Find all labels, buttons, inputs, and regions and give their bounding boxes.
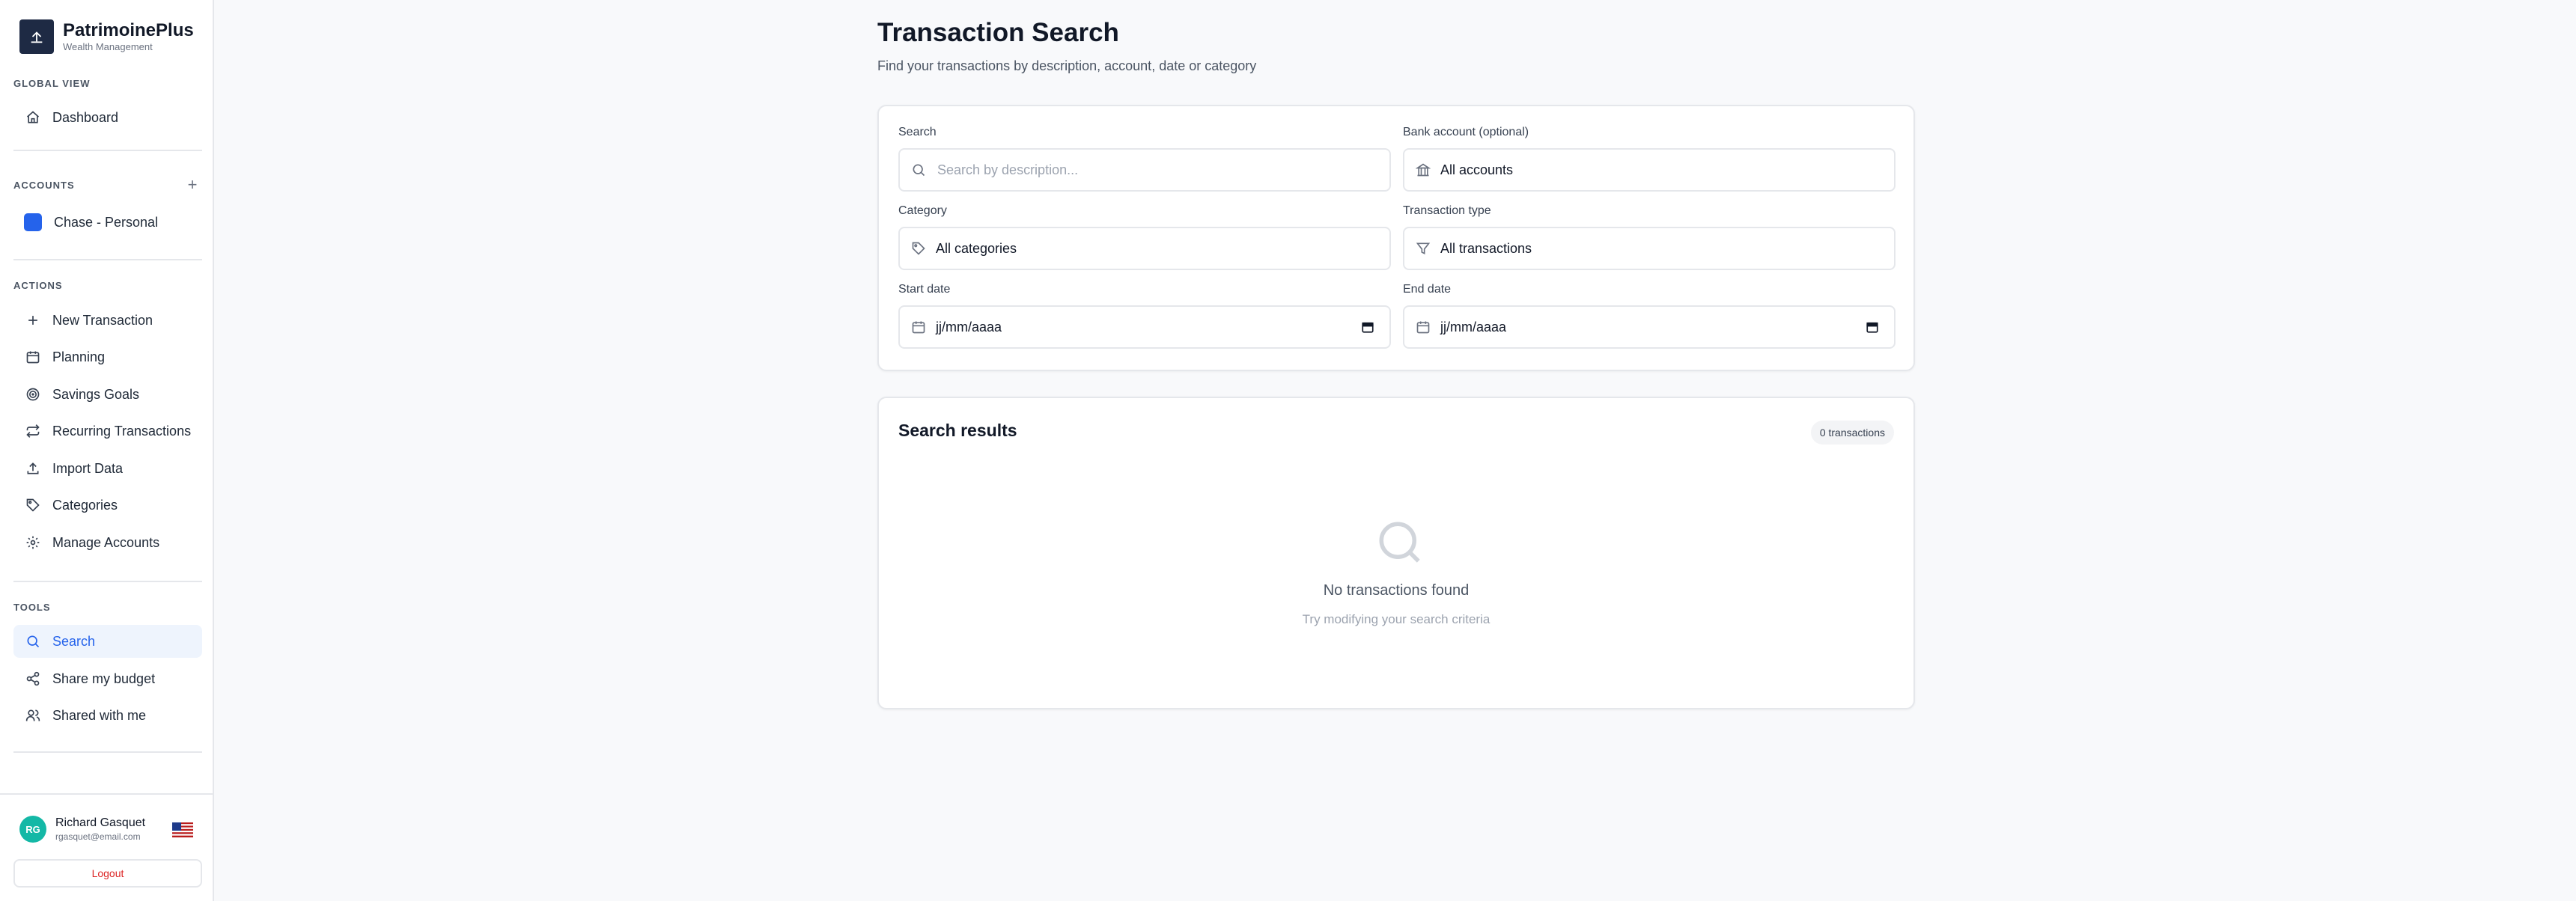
end-date-input[interactable]: jj/mm/aaaa [1440,320,1864,335]
sidebar-item-account[interactable]: Chase - Personal [13,206,202,239]
empty-state-subtitle: Try modifying your search criteria [1302,612,1491,626]
search-icon [24,632,42,650]
sidebar-item-label: Categories [52,497,118,513]
sidebar-item-label: Manage Accounts [52,534,160,550]
section-label-tools: TOOLS [13,602,51,613]
us-flag-icon[interactable] [172,822,193,837]
search-input[interactable] [936,161,1389,179]
results-count-badge: 0 transactions [1810,421,1894,445]
start-date-field[interactable]: jj/mm/aaaa [898,305,1391,349]
filter-icon [1415,240,1431,257]
search-icon [910,162,927,178]
sidebar-item-label: Share my budget [52,671,156,686]
logo-icon [19,19,54,54]
sidebar-item-import-data[interactable]: Import Data [13,452,202,485]
calendar-picker-icon[interactable] [1359,319,1376,335]
sidebar-item-categories[interactable]: Categories [13,489,202,522]
sidebar-item-label: Savings Goals [52,386,140,402]
sidebar-item-label: Search [52,633,96,649]
users-icon [24,706,42,724]
account-color-swatch [24,213,42,231]
calendar-icon [1415,319,1431,335]
divider [13,259,202,260]
filters-card: Search Bank account (optional) All accou… [877,105,1915,371]
account-select-value: All accounts [1440,162,1514,177]
target-icon [24,385,42,403]
user-email: rgasquet@email.com [55,831,141,842]
divider [13,751,202,753]
section-label-accounts: ACCOUNTS [13,180,75,191]
plus-icon [24,311,42,329]
repeat-icon [24,422,42,440]
share-icon [24,670,42,688]
page-title: Transaction Search [877,18,1119,47]
sidebar: PatrimoinePlus Wealth Management GLOBAL … [0,0,214,901]
end-date-field[interactable]: jj/mm/aaaa [1403,305,1896,349]
sidebar-item-manage-accounts[interactable]: Manage Accounts [13,526,202,559]
category-label: Category [898,204,947,217]
sidebar-item-label: Planning [52,349,106,364]
empty-state-title: No transactions found [1323,582,1470,599]
search-icon [1379,522,1420,563]
bank-icon [1415,162,1431,178]
divider [13,150,202,151]
add-account-button[interactable]: + [184,177,201,193]
sidebar-item-planning[interactable]: Planning [13,340,202,373]
divider [0,793,214,795]
brand-subtitle: Wealth Management [63,41,153,52]
user-name: Richard Gasquet [55,816,146,829]
type-select[interactable]: All transactions [1403,227,1896,270]
sidebar-item-label: Recurring Transactions [52,423,192,439]
user-profile[interactable]: RG Richard Gasquet rgasquet@email.com [19,816,145,843]
sidebar-item-share-budget[interactable]: Share my budget [13,662,202,695]
sidebar-item-label: Import Data [52,460,124,476]
upload-icon [24,459,42,477]
calendar-icon [910,319,927,335]
category-select[interactable]: All categories [898,227,1391,270]
tag-icon [910,240,927,257]
page-subtitle: Find your transactions by description, a… [877,58,1257,73]
sidebar-item-savings-goals[interactable]: Savings Goals [13,378,202,411]
home-icon [24,109,42,126]
account-select[interactable]: All accounts [1403,148,1896,192]
brand-name: PatrimoinePlus [63,20,194,40]
sidebar-item-shared-with-me[interactable]: Shared with me [13,699,202,732]
section-label-global-view: GLOBAL VIEW [13,78,91,89]
avatar: RG [19,816,46,843]
sidebar-item-dashboard[interactable]: Dashboard [13,101,202,134]
sidebar-item-search[interactable]: Search [13,625,202,658]
sidebar-item-new-transaction[interactable]: New Transaction [13,304,202,337]
type-label: Transaction type [1403,204,1491,217]
end-date-label: End date [1403,283,1452,296]
sidebar-item-label: Chase - Personal [54,214,159,230]
section-label-actions: ACTIONS [13,280,63,291]
calendar-icon [24,348,42,366]
logout-button[interactable]: Logout [13,859,202,888]
gear-icon [24,534,42,552]
category-select-value: All categories [936,240,1017,256]
search-field[interactable] [898,148,1391,192]
sidebar-item-label: New Transaction [52,312,153,328]
calendar-picker-icon[interactable] [1864,319,1881,335]
divider [13,581,202,582]
account-label: Bank account (optional) [1403,126,1529,138]
sidebar-item-label: Shared with me [52,707,147,723]
type-select-value: All transactions [1440,240,1532,256]
results-card: Search results 0 transactions No transac… [877,397,1915,709]
sidebar-item-label: Dashboard [52,109,119,125]
start-date-input[interactable]: jj/mm/aaaa [936,320,1359,335]
sidebar-item-recurring-transactions[interactable]: Recurring Transactions [13,415,202,448]
tag-icon [24,496,42,514]
search-label: Search [898,126,937,138]
start-date-label: Start date [898,283,951,296]
brand[interactable]: PatrimoinePlus Wealth Management [19,19,194,54]
results-title: Search results [898,421,1017,440]
